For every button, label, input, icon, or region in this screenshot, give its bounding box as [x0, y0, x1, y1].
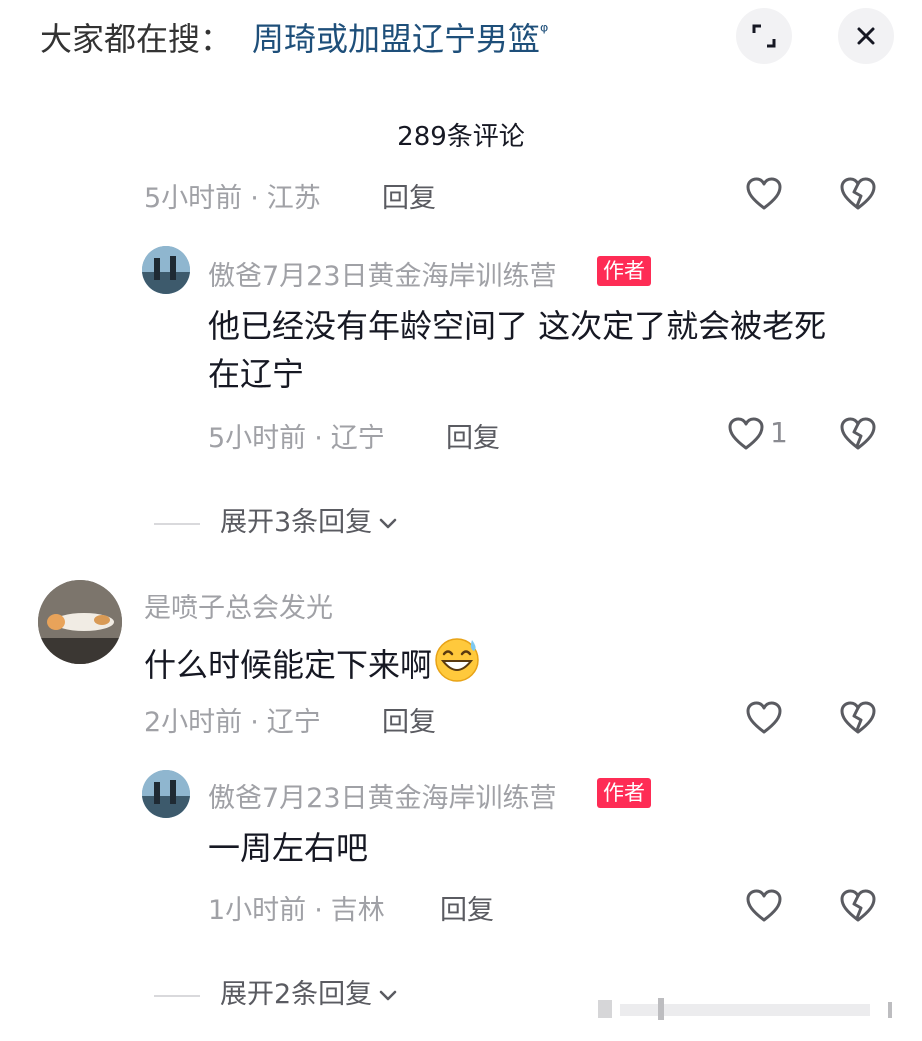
chevron-down-icon [379, 518, 397, 528]
heart-outline-icon[interactable] [744, 886, 784, 926]
broken-heart-icon[interactable] [838, 414, 878, 454]
expand-replies-button[interactable]: 展开2条回复 [154, 972, 400, 1011]
comment-meta: 2小时前 · 辽宁 [144, 700, 321, 739]
comment-text-line: 在辽宁 [208, 355, 305, 393]
divider-line [154, 994, 200, 997]
comment-location: 辽宁 [266, 707, 321, 738]
meta-separator: · [250, 707, 259, 738]
comment-time: 5小时前 [208, 423, 307, 454]
broken-heart-icon[interactable] [838, 886, 878, 926]
avatar[interactable] [142, 770, 190, 818]
comment-location: 辽宁 [330, 423, 385, 454]
avatar[interactable] [38, 580, 122, 664]
close-button[interactable] [838, 8, 894, 64]
comment-meta: 5小时前 · 辽宁 [208, 416, 385, 455]
broken-heart-icon[interactable] [838, 174, 878, 214]
comment-text-line: 他已经没有年龄空间了 这次定了就会被老死 [208, 307, 827, 345]
expand-replies-button[interactable]: 展开3条回复 [154, 500, 400, 539]
comment-time: 2小时前 [144, 707, 243, 738]
comment-username[interactable]: 傲爸7月23日黄金海岸训练营 [208, 254, 557, 293]
search-suggestion-link[interactable]: 周琦或加盟辽宁男篮ᵠ [252, 14, 548, 60]
avatar[interactable] [142, 246, 190, 294]
author-badge: 作者 [597, 256, 651, 286]
reply-button[interactable]: 回复 [440, 888, 494, 927]
meta-separator: · [314, 895, 323, 926]
comment-text: 什么时候能定下来啊 [144, 634, 482, 689]
comment-text-body: 什么时候能定下来啊 [144, 646, 433, 684]
comment-location: 吉林 [330, 895, 385, 926]
reply-button[interactable]: 回复 [446, 416, 500, 455]
comment-meta: 1小时前 · 吉林 [208, 888, 385, 927]
search-icon: ᵠ [540, 19, 549, 43]
heart-outline-icon[interactable] [744, 174, 784, 214]
like-count: 1 [770, 416, 788, 449]
comment-username[interactable]: 是喷子总会发光 [144, 586, 333, 625]
meta-separator: · [250, 183, 259, 214]
comment-text: 他已经没有年龄空间了 这次定了就会被老死 在辽宁 [208, 302, 826, 398]
close-icon [857, 27, 875, 45]
comment-time: 5小时前 [144, 183, 243, 214]
expand-replies-label: 展开2条回复 [220, 979, 373, 1010]
broken-heart-icon[interactable] [838, 698, 878, 738]
expand-icon [752, 24, 776, 48]
search-suggestion-prefix: 大家都在搜： [40, 20, 233, 58]
reply-button[interactable]: 回复 [382, 700, 436, 739]
avatar-image [142, 770, 190, 818]
heart-outline-icon[interactable] [726, 414, 766, 454]
comment-time: 1小时前 [208, 895, 307, 926]
heart-outline-icon[interactable] [744, 698, 784, 738]
comment-location: 江苏 [266, 183, 321, 214]
grinning-sweat-emoji [435, 638, 479, 682]
top-search-bar: 大家都在搜： 周琦或加盟辽宁男篮ᵠ [0, 0, 922, 80]
comment-text: 一周左右吧 [208, 829, 369, 867]
divider-line [154, 522, 200, 525]
watermark [598, 998, 892, 1020]
expand-button[interactable] [736, 8, 792, 64]
expand-replies-label: 展开3条回复 [220, 507, 373, 538]
chevron-down-icon [379, 990, 397, 1000]
avatar-image [142, 246, 190, 294]
meta-separator: · [314, 423, 323, 454]
comment-username[interactable]: 傲爸7月23日黄金海岸训练营 [208, 776, 557, 815]
author-badge: 作者 [597, 778, 651, 808]
reply-button[interactable]: 回复 [382, 176, 436, 215]
comment-meta: 5小时前 · 江苏 [144, 176, 321, 215]
search-term-text: 周琦或加盟辽宁男篮 [252, 20, 541, 58]
comment-count-title: 289条评论 [397, 122, 525, 152]
avatar-image [38, 580, 122, 664]
